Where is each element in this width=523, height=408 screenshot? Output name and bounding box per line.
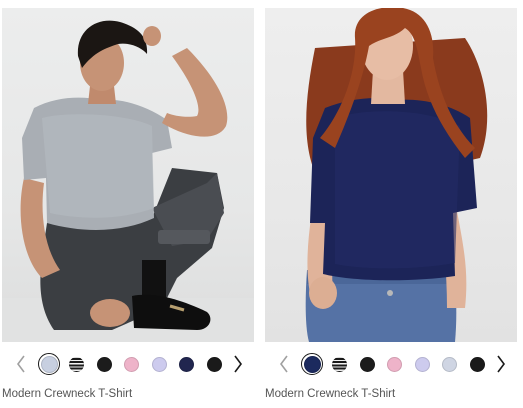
color-swatch-black[interactable]: [356, 353, 378, 375]
color-swatch-black-2[interactable]: [204, 353, 226, 375]
color-swatch-stripe[interactable]: [66, 353, 88, 375]
swatch-list: [38, 353, 231, 375]
color-swatch-navy[interactable]: [301, 353, 323, 375]
chevron-right-icon[interactable]: [494, 354, 508, 374]
model-photo-navy-tee: [305, 8, 488, 342]
color-swatch-stripe[interactable]: [329, 353, 351, 375]
color-swatch-row: [2, 350, 254, 378]
swatch-list: [301, 353, 494, 375]
color-swatch-row: [265, 350, 517, 378]
product-card: Modern Crewneck T-Shirt: [265, 0, 517, 408]
product-image[interactable]: [2, 8, 254, 342]
chevron-right-icon[interactable]: [231, 354, 245, 374]
color-swatch-black-2[interactable]: [467, 353, 489, 375]
product-title[interactable]: Modern Crewneck T-Shirt: [265, 388, 395, 400]
color-swatch-lavender[interactable]: [148, 353, 170, 375]
color-swatch-pink[interactable]: [384, 353, 406, 375]
model-photo-grey-tee: [2, 20, 254, 342]
product-card: Modern Crewneck T-Shirt: [2, 0, 254, 408]
chevron-left-icon[interactable]: [277, 354, 291, 374]
chevron-left-icon[interactable]: [14, 354, 28, 374]
color-swatch-light-blue[interactable]: [38, 353, 60, 375]
color-swatch-pink[interactable]: [121, 353, 143, 375]
color-swatch-navy[interactable]: [176, 353, 198, 375]
color-swatch-black[interactable]: [93, 353, 115, 375]
color-swatch-lavender[interactable]: [411, 353, 433, 375]
product-title[interactable]: Modern Crewneck T-Shirt: [2, 388, 132, 400]
color-swatch-light-blue[interactable]: [439, 353, 461, 375]
product-image[interactable]: [265, 8, 517, 342]
